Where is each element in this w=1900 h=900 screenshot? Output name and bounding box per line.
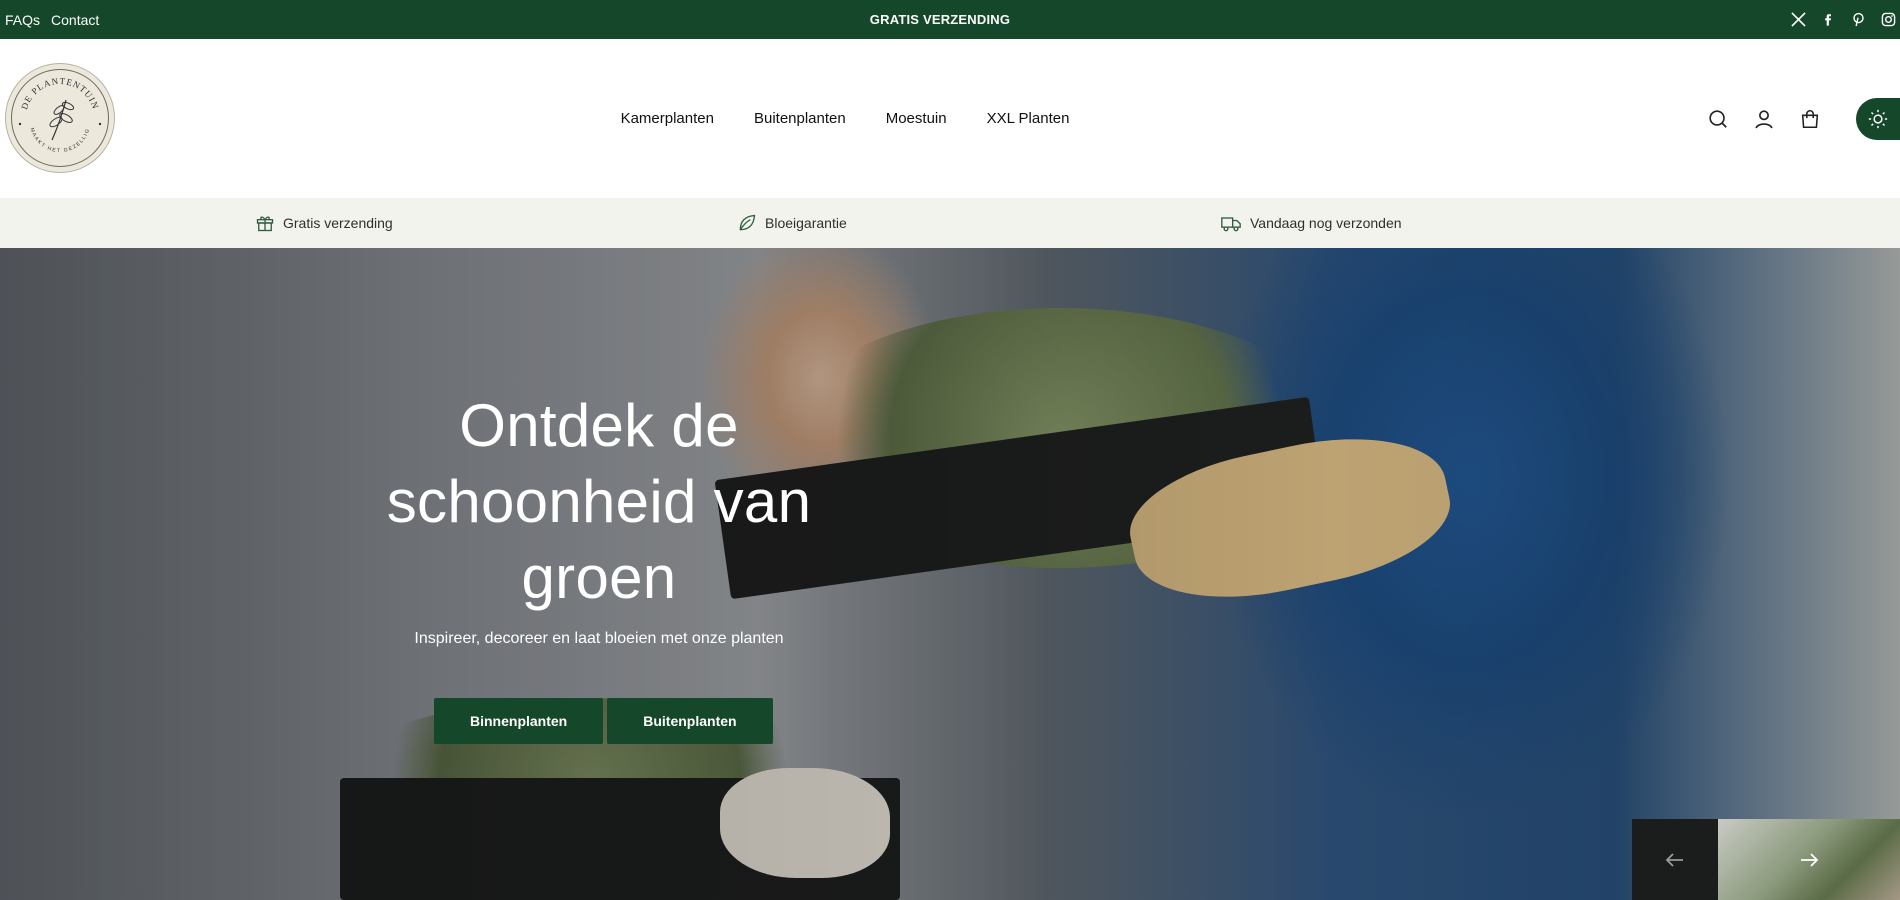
announcement-text: GRATIS VERZENDING bbox=[869, 12, 1011, 27]
nav-moestuin[interactable]: Moestuin bbox=[886, 110, 947, 127]
pinterest-icon[interactable] bbox=[1850, 12, 1866, 28]
logo[interactable]: DE PLANTENTUIN MAAKT HET GEZELLIG bbox=[5, 63, 115, 173]
leaf-icon bbox=[739, 214, 756, 231]
slider-controls bbox=[1632, 819, 1900, 900]
truck-icon bbox=[1221, 217, 1241, 232]
hero-banner: Ontdek de schoonheid van groen Inspireer… bbox=[0, 248, 1900, 900]
utility-links: FAQs Contact bbox=[5, 0, 99, 39]
announcement-bar: FAQs Contact GRATIS VERZENDING bbox=[0, 0, 1900, 39]
faqs-link[interactable]: FAQs bbox=[5, 12, 40, 28]
instagram-icon[interactable] bbox=[1880, 12, 1896, 28]
nav-xxl-planten[interactable]: XXL Planten bbox=[987, 110, 1070, 127]
social-links bbox=[1790, 0, 1896, 39]
account-icon[interactable] bbox=[1752, 107, 1776, 131]
logo-ring bbox=[11, 69, 109, 167]
slider-next-thumbnail[interactable] bbox=[1718, 819, 1900, 900]
main-navigation: Kamerplanten Buitenplanten Moestuin XXL … bbox=[0, 39, 1900, 198]
slider-prev-button[interactable] bbox=[1632, 819, 1718, 900]
hero-subtitle: Inspireer, decoreer en laat bloeien met … bbox=[414, 630, 784, 647]
usp-bar: Gratis verzending Bloeigarantie Vandaag … bbox=[0, 198, 1900, 248]
usp-item-shipping: Gratis verzending bbox=[255, 198, 393, 248]
usp-label: Gratis verzending bbox=[283, 215, 393, 231]
gift-icon bbox=[256, 216, 274, 232]
usp-label: Vandaag nog verzonden bbox=[1250, 215, 1402, 231]
header-actions bbox=[1706, 39, 1900, 198]
binnenplanten-button[interactable]: Binnenplanten bbox=[434, 698, 604, 744]
hero-title: Ontdek de schoonheid van groen bbox=[386, 392, 812, 611]
hero-content: Ontdek de schoonheid van groen Inspireer… bbox=[339, 388, 859, 648]
nav-kamerplanten[interactable]: Kamerplanten bbox=[621, 110, 714, 127]
search-icon[interactable] bbox=[1706, 107, 1730, 131]
theme-toggle-button[interactable] bbox=[1856, 97, 1900, 140]
hero-overlay bbox=[0, 248, 1900, 900]
facebook-icon[interactable] bbox=[1820, 12, 1836, 28]
cart-icon[interactable] bbox=[1798, 107, 1822, 131]
arrow-left-icon bbox=[1665, 852, 1683, 867]
sun-icon bbox=[1868, 109, 1888, 128]
arrow-right-icon bbox=[1801, 852, 1819, 867]
site-header: DE PLANTENTUIN MAAKT HET GEZELLIG Kamerp… bbox=[0, 39, 1900, 198]
x-icon[interactable] bbox=[1790, 12, 1806, 28]
nav-buitenplanten[interactable]: Buitenplanten bbox=[754, 110, 846, 127]
usp-item-guarantee: Bloeigarantie bbox=[737, 198, 847, 248]
hero-actions: Binnenplanten Buitenplanten bbox=[434, 698, 773, 744]
usp-item-dispatch: Vandaag nog verzonden bbox=[1220, 198, 1402, 248]
usp-label: Bloeigarantie bbox=[765, 215, 847, 231]
buitenplanten-button[interactable]: Buitenplanten bbox=[607, 698, 773, 744]
contact-link[interactable]: Contact bbox=[51, 12, 99, 28]
